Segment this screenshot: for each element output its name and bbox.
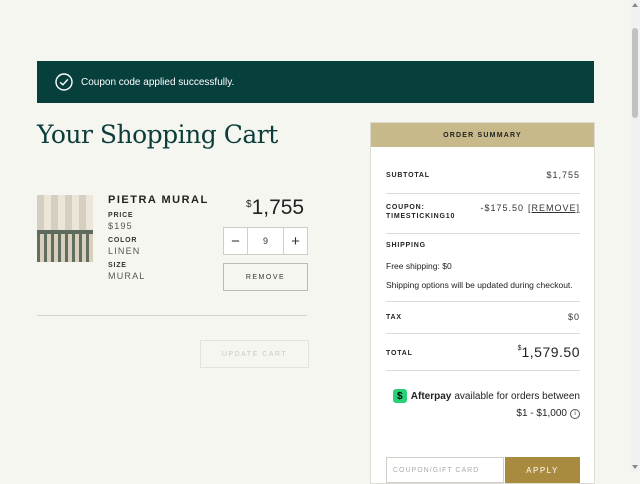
increase-quantity-button[interactable]: + (284, 228, 307, 254)
shipping-label: SHIPPING (386, 242, 426, 249)
afterpay-notice: $ Afterpay available for orders between … (386, 389, 580, 419)
summary-divider (386, 233, 580, 234)
price-value: $195 (108, 221, 133, 231)
page-scrollbar[interactable] (630, 0, 640, 472)
size-label: SIZE (108, 262, 127, 269)
summary-divider (386, 301, 580, 302)
tax-row: TAX $0 (386, 312, 580, 322)
quantity-stepper: − 9 + (223, 227, 308, 255)
shipping-free-text: Free shipping: $0 (386, 261, 452, 271)
order-summary-header: ORDER SUMMARY (371, 123, 594, 147)
total-label: TOTAL (386, 349, 413, 357)
item-price-symbol: $ (246, 199, 252, 210)
apply-coupon-button[interactable]: APPLY (505, 457, 580, 483)
total-amount: 1,579.50 (521, 344, 580, 360)
shipping-note: Shipping options will be updated during … (386, 280, 573, 290)
order-summary-panel: ORDER SUMMARY SUBTOTAL $1,755 COUPON: TI… (370, 122, 595, 484)
afterpay-brand: Afterpay (410, 390, 452, 402)
summary-divider (386, 193, 580, 194)
banner-message: Coupon code applied successfully. (81, 76, 235, 88)
quantity-input[interactable]: 9 (247, 228, 284, 254)
coupon-value-wrap: -$175.50 [REMOVE] (480, 203, 580, 213)
subtotal-value: $1,755 (546, 170, 580, 180)
coupon-code: TIMESTICKING10 (386, 213, 456, 220)
color-value: LINEN (108, 246, 141, 256)
scroll-down-arrow-icon[interactable] (632, 465, 638, 469)
subtotal-label: SUBTOTAL (386, 171, 430, 179)
update-cart-button[interactable]: UPDATE CART (200, 340, 309, 368)
size-value: MURAL (108, 271, 146, 281)
coupon-code-input[interactable] (386, 457, 504, 483)
scroll-up-arrow-icon[interactable] (632, 3, 638, 7)
tax-value: $0 (567, 312, 580, 322)
shipping-row: SHIPPING (386, 242, 580, 249)
info-icon[interactable]: i (570, 408, 580, 419)
tax-label: TAX (386, 313, 402, 321)
total-row: TOTAL $1,579.50 (386, 344, 580, 362)
remove-item-button[interactable]: REMOVE (223, 263, 308, 291)
check-circle-icon (55, 73, 73, 91)
scrollbar-thumb[interactable] (632, 28, 638, 118)
price-label: PRICE (108, 212, 134, 219)
afterpay-logo-icon: $ (392, 389, 407, 403)
product-name[interactable]: PIETRA MURAL (108, 194, 209, 206)
coupon-row: COUPON: TIMESTICKING10 -$175.50 [REMOVE] (386, 203, 580, 221)
page-title: Your Shopping Cart (37, 120, 278, 149)
remove-coupon-link[interactable]: [REMOVE] (528, 203, 580, 213)
product-thumbnail[interactable] (37, 195, 93, 262)
item-price: $1,755 (246, 196, 304, 220)
summary-divider (386, 370, 580, 371)
coupon-label-text: COUPON: (386, 204, 425, 211)
total-symbol: $ (517, 345, 522, 352)
summary-divider (386, 333, 580, 334)
afterpay-range: $1 - $1,000 (516, 408, 567, 419)
cart-divider (37, 315, 307, 316)
color-label: COLOR (108, 237, 138, 244)
coupon-success-banner: Coupon code applied successfully. (37, 61, 594, 103)
total-value: $1,579.50 (518, 344, 580, 362)
coupon-label: COUPON: TIMESTICKING10 (386, 203, 455, 221)
item-price-amount: 1,755 (251, 196, 305, 219)
afterpay-text: available for orders between (454, 390, 580, 402)
decrease-quantity-button[interactable]: − (224, 228, 247, 254)
coupon-discount-value: -$175.50 (480, 203, 524, 213)
subtotal-row: SUBTOTAL $1,755 (386, 170, 580, 180)
